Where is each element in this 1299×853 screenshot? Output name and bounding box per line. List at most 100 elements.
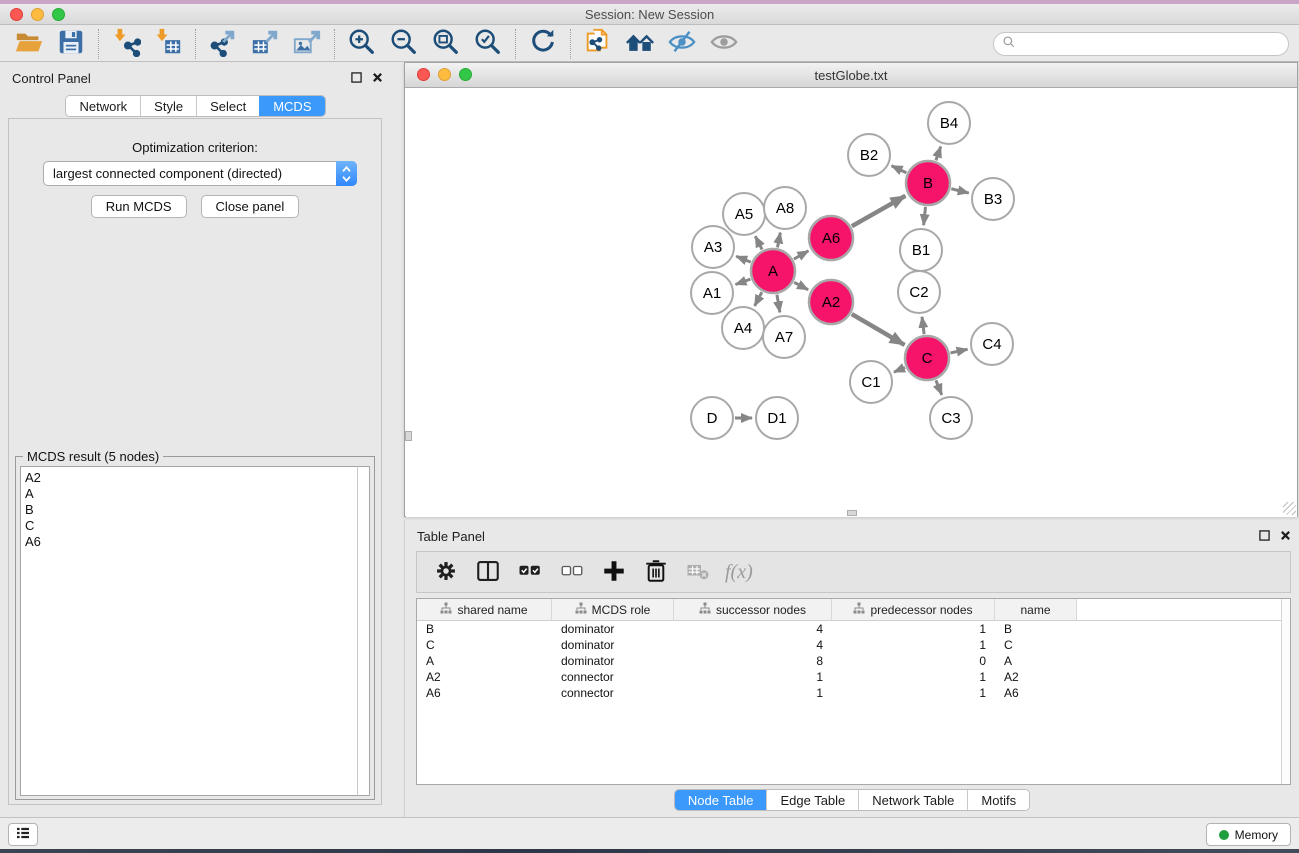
cell-predecessor-nodes[interactable]: 1	[832, 686, 995, 700]
edge-A2-C[interactable]	[852, 314, 905, 345]
birds-eye-button[interactable]	[703, 27, 745, 61]
edge-A-A3[interactable]	[736, 256, 751, 262]
frame-resize-handle-bottom[interactable]	[847, 510, 857, 516]
cell-shared-name[interactable]: C	[417, 638, 552, 652]
import-table-button[interactable]	[147, 27, 189, 61]
column-header-shared-name[interactable]: shared name	[417, 599, 552, 620]
close-table-panel-icon[interactable]	[1280, 528, 1291, 546]
node-C2[interactable]: C2	[898, 271, 940, 313]
table-tab-edge-table[interactable]: Edge Table	[766, 790, 858, 810]
zoom-in-button[interactable]	[341, 27, 383, 61]
tab-network[interactable]: Network	[66, 96, 140, 116]
table-tab-network-table[interactable]: Network Table	[858, 790, 967, 810]
cell-name[interactable]: A2	[995, 670, 1077, 684]
search-box[interactable]	[993, 32, 1289, 56]
table-row-C[interactable]: Cdominator41C	[417, 637, 1290, 653]
close-panel-icon[interactable]	[372, 70, 383, 88]
cell-predecessor-nodes[interactable]: 1	[832, 622, 995, 636]
cell-name[interactable]: C	[995, 638, 1077, 652]
tab-mcds[interactable]: MCDS	[259, 96, 324, 116]
cell-predecessor-nodes[interactable]: 1	[832, 670, 995, 684]
zoom-fit-button[interactable]	[425, 27, 467, 61]
node-B1[interactable]: B1	[900, 229, 942, 271]
cell-shared-name[interactable]: A2	[417, 670, 552, 684]
run-mcds-button[interactable]: Run MCDS	[91, 195, 187, 218]
cell-shared-name[interactable]: A6	[417, 686, 552, 700]
edge-A-A4[interactable]	[755, 292, 762, 306]
split-view-button[interactable]	[469, 554, 507, 590]
edge-B-B1[interactable]	[924, 207, 926, 225]
cell-MCDS-role[interactable]: connector	[552, 670, 674, 684]
zoom-selected-button[interactable]	[467, 27, 509, 61]
memory-button[interactable]: Memory	[1206, 823, 1291, 846]
float-panel-icon[interactable]	[351, 70, 362, 88]
node-A4[interactable]: A4	[722, 307, 764, 349]
open-session-button[interactable]	[8, 27, 50, 61]
deselect-all-button[interactable]	[553, 554, 591, 590]
cell-successor-nodes[interactable]: 4	[674, 638, 832, 652]
edge-A6-B[interactable]	[852, 196, 906, 226]
cell-MCDS-role[interactable]: dominator	[552, 654, 674, 668]
float-table-panel-icon[interactable]	[1259, 528, 1270, 546]
frame-resize-grip[interactable]	[1283, 502, 1296, 515]
node-B2[interactable]: B2	[848, 134, 890, 176]
node-A1[interactable]: A1	[691, 272, 733, 314]
edge-C-C1[interactable]	[894, 367, 905, 372]
node-B[interactable]: B	[906, 161, 950, 205]
cell-shared-name[interactable]: B	[417, 622, 552, 636]
zoom-out-button[interactable]	[383, 27, 425, 61]
node-C1[interactable]: C1	[850, 361, 892, 403]
function-builder-button[interactable]: f(x)	[725, 561, 753, 584]
close-panel-button[interactable]: Close panel	[201, 195, 300, 218]
save-session-button[interactable]	[50, 27, 92, 61]
tab-style[interactable]: Style	[140, 96, 196, 116]
edge-A-A5[interactable]	[755, 236, 762, 249]
cell-MCDS-role[interactable]: connector	[552, 686, 674, 700]
table-tab-node-table[interactable]: Node Table	[675, 790, 767, 810]
table-row-B[interactable]: Bdominator41B	[417, 621, 1290, 637]
cell-successor-nodes[interactable]: 4	[674, 622, 832, 636]
node-A6[interactable]: A6	[809, 216, 853, 260]
network-window-titlebar[interactable]: testGlobe.txt	[405, 63, 1297, 88]
mcds-result-item[interactable]: A2	[25, 470, 357, 486]
edge-A-A7[interactable]	[777, 295, 780, 313]
export-network-button[interactable]	[202, 27, 244, 61]
table-row-A[interactable]: Adominator80A	[417, 653, 1290, 669]
clone-network-button[interactable]	[577, 27, 619, 61]
node-B3[interactable]: B3	[972, 178, 1014, 220]
mcds-result-item[interactable]: A6	[25, 534, 357, 550]
node-C4[interactable]: C4	[971, 323, 1013, 365]
task-history-button[interactable]	[8, 823, 38, 846]
frame-resize-handle-left[interactable]	[405, 431, 412, 441]
column-header-successor-nodes[interactable]: successor nodes	[674, 599, 832, 620]
node-C[interactable]: C	[905, 336, 949, 380]
edge-B-B3[interactable]	[951, 189, 968, 193]
mcds-result-scrollbar[interactable]	[357, 466, 370, 796]
edge-C-C3[interactable]	[936, 380, 942, 395]
edge-C-C2[interactable]	[922, 317, 924, 334]
cell-name[interactable]: A6	[995, 686, 1077, 700]
cell-MCDS-role[interactable]: dominator	[552, 638, 674, 652]
export-image-button[interactable]	[286, 27, 328, 61]
edge-B-B4[interactable]	[936, 147, 941, 161]
table-settings-button[interactable]	[427, 554, 465, 590]
add-column-button[interactable]	[595, 554, 633, 590]
home-button[interactable]	[619, 27, 661, 61]
node-A3[interactable]: A3	[692, 226, 734, 268]
cell-predecessor-nodes[interactable]: 0	[832, 654, 995, 668]
table-tab-motifs[interactable]: Motifs	[967, 790, 1029, 810]
hide-graphics-button[interactable]	[661, 27, 703, 61]
mcds-result-item[interactable]: C	[25, 518, 357, 534]
cell-predecessor-nodes[interactable]: 1	[832, 638, 995, 652]
column-header-name[interactable]: name	[995, 599, 1077, 620]
column-header-predecessor-nodes[interactable]: predecessor nodes	[832, 599, 995, 620]
table-row-A6[interactable]: A6connector11A6	[417, 685, 1290, 701]
node-A5[interactable]: A5	[723, 193, 765, 235]
edge-C-C4[interactable]	[950, 349, 967, 353]
import-network-button[interactable]	[105, 27, 147, 61]
mcds-result-item[interactable]: B	[25, 502, 357, 518]
node-D1[interactable]: D1	[756, 397, 798, 439]
edge-A-A1[interactable]	[736, 279, 751, 284]
node-A2[interactable]: A2	[809, 280, 853, 324]
export-table-button[interactable]	[244, 27, 286, 61]
